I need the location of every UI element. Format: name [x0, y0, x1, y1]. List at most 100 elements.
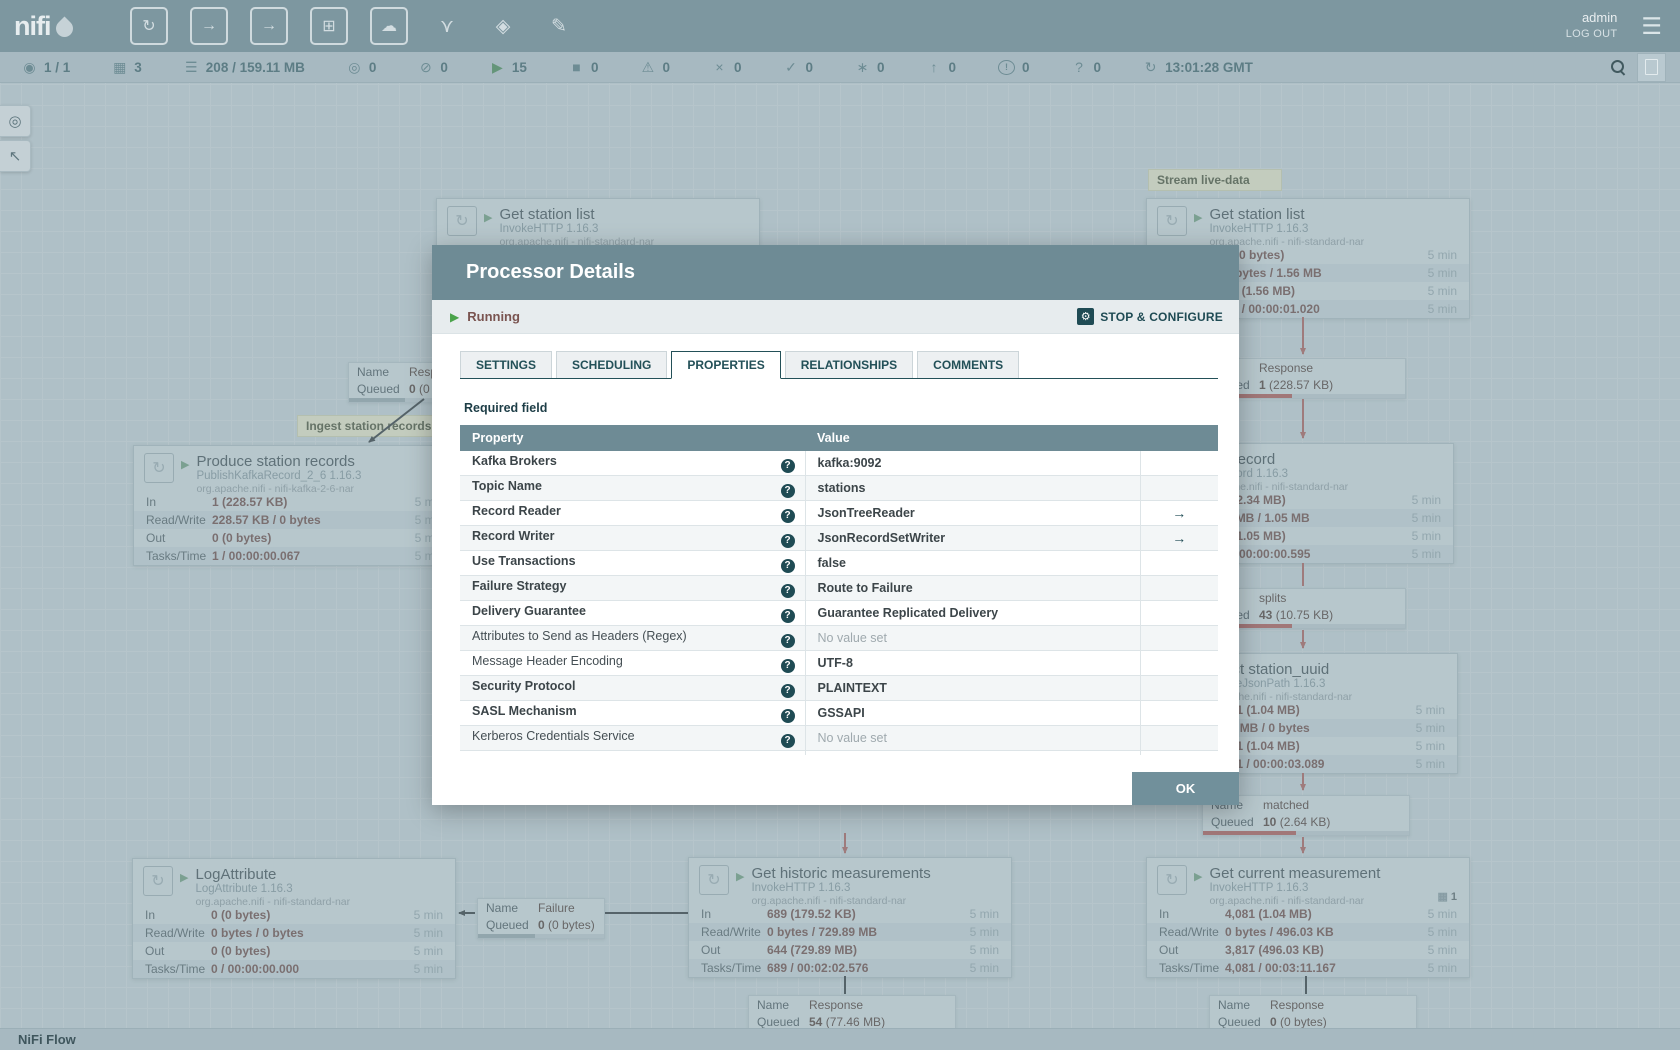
processor-name: LogAttribute: [195, 866, 277, 883]
queued-count: 208 / 159.11 MB: [205, 59, 305, 75]
stat-row-read-write: Read/Write 0 bytes / 729.89 MB 5 min: [689, 923, 1011, 941]
refresh-status[interactable]: ↻ 13:01:28 GMT: [1143, 59, 1253, 76]
running-icon: ▶: [1194, 212, 1203, 224]
disabled-icon: ×: [715, 59, 724, 75]
processor-name: Get historic measurements: [751, 865, 931, 882]
canvas-label[interactable]: Stream live-data: [1148, 169, 1282, 191]
refresh-icon[interactable]: ↻: [1143, 59, 1158, 76]
help-icon[interactable]: ?: [780, 683, 795, 698]
processor-icon[interactable]: ↻: [130, 7, 168, 45]
help-icon[interactable]: ?: [780, 658, 795, 673]
help-icon[interactable]: ?: [780, 608, 795, 623]
connection-name: Response: [1270, 997, 1325, 1012]
processor-bundle: org.apache.nifi - nifi-standard-nar: [195, 896, 351, 908]
property-name: ? Delivery Guarantee: [460, 600, 806, 626]
search-icon[interactable]: [1611, 60, 1625, 74]
transmitting-icon: ◎: [348, 58, 361, 75]
stat-row-read-write: Read/Write 228.57 KB / 0 bytes 5 min: [134, 511, 456, 529]
birdseye-icon: ◎: [8, 113, 22, 130]
nifi-app: NameResponseQueued0 (0 bytes)NameRespons…: [0, 0, 1680, 1050]
operate-palette-button[interactable]: ↖: [0, 140, 31, 172]
breadcrumb[interactable]: NiFi Flow: [18, 1032, 76, 1047]
extra-cell: [1140, 750, 1218, 755]
extra-cell: [1140, 575, 1218, 601]
transmitting-count: 0: [368, 59, 377, 75]
value-column-header: Value: [805, 425, 1140, 451]
extra-cell: [1140, 650, 1218, 676]
nifi-logo: nifi: [14, 11, 114, 42]
running-status-label: Running: [467, 309, 520, 324]
ok-button[interactable]: OK: [1132, 772, 1239, 805]
stat-row-in: In 1 (228.57 KB) 5 min: [146, 495, 444, 509]
template-icon[interactable]: ◈: [486, 9, 520, 43]
locally-modified-icon: ∗: [856, 58, 869, 75]
processor-get-current-measurement[interactable]: ↻ ▶ Get current measurement InvokeHTTP 1.16…: [1146, 857, 1470, 978]
processor-log-attribute[interactable]: ↻ ▶ LogAttribute LogAttribute 1.16.3 org.apa…: [132, 858, 456, 979]
stale-icon: ↑: [930, 59, 938, 75]
global-menu-icon[interactable]: ☰: [1641, 13, 1662, 40]
help-icon[interactable]: ?: [780, 508, 795, 523]
connection-label-failure[interactable]: Name Failure Queued 0 (0 bytes): [477, 898, 605, 939]
property-row: ? Kerberos Credentials Service No value se…: [460, 725, 1218, 751]
stopped-icon: ■: [572, 59, 581, 75]
thread-count-badge: ▦ 1: [1437, 891, 1457, 903]
processor-get-historic-measurements[interactable]: ↻ ▶ Get historic measurements InvokeHTTP 1.…: [688, 857, 1012, 978]
running-status: ▶ 15: [490, 59, 527, 76]
queue-progress-bar: [1203, 831, 1409, 835]
property-row: ? Kafka Brokers kafka:9092: [460, 451, 1218, 476]
process-group-icon[interactable]: ⊞: [310, 7, 348, 45]
document-icon: [1645, 59, 1658, 75]
tab-settings[interactable]: SETTINGS: [460, 351, 553, 378]
tab-properties[interactable]: PROPERTIES: [671, 351, 781, 379]
extra-cell: [1140, 550, 1218, 576]
property-row: ? Record Reader JsonTreeReader →: [460, 500, 1218, 526]
extra-cell: [1140, 675, 1218, 701]
help-icon[interactable]: ?: [780, 458, 795, 473]
tab-relationships[interactable]: RELATIONSHIPS: [784, 351, 914, 378]
help-icon[interactable]: ?: [780, 708, 795, 723]
processor-produce-station-records[interactable]: ↻ ▶ Produce station records PublishKafkaRec…: [133, 445, 457, 566]
extra-cell: [1140, 600, 1218, 626]
active-threads-icon: ▦: [113, 58, 127, 75]
locally-modified-stale-status: ! 0: [998, 59, 1030, 76]
remote-process-group-icon[interactable]: ☁: [370, 7, 408, 45]
gear-icon: ⚙: [1077, 308, 1095, 325]
processor-name: Produce station records: [196, 453, 355, 470]
help-icon[interactable]: ?: [780, 533, 795, 548]
nifi-drop-icon: [51, 15, 77, 41]
go-to-service-icon[interactable]: →: [1140, 525, 1218, 551]
help-icon[interactable]: ?: [780, 558, 795, 573]
stop-and-configure-button[interactable]: ⚙ STOP & CONFIGURE: [1077, 308, 1223, 325]
running-icon: ▶: [181, 459, 190, 471]
transmitting-status: ◎ 0: [347, 58, 377, 76]
input-port-icon[interactable]: →: [190, 7, 228, 45]
property-value: GSSAPI: [805, 700, 1141, 726]
locally-modified-stale-count: 0: [1022, 59, 1030, 75]
property-name: ? Record Reader: [460, 500, 806, 526]
help-icon[interactable]: ?: [780, 583, 795, 598]
go-to-service-icon[interactable]: →: [1140, 500, 1218, 526]
property-row: ? SASL Mechanism GSSAPI: [460, 700, 1218, 726]
tab-comments[interactable]: COMMENTS: [917, 351, 1020, 378]
stat-row-tasks-time: Tasks/Time 0 / 00:00:00.000 5 min: [133, 960, 455, 978]
connection-queued: 10 (2.64 KB): [1263, 814, 1331, 829]
help-icon[interactable]: ?: [780, 633, 795, 648]
tab-scheduling[interactable]: SCHEDULING: [556, 351, 668, 378]
output-port-icon[interactable]: →: [250, 7, 288, 45]
logout-link[interactable]: LOG OUT: [1566, 27, 1618, 41]
connection-name: Response: [809, 997, 864, 1012]
connection-name: splits: [1259, 590, 1287, 605]
help-icon[interactable]: ?: [780, 483, 795, 498]
help-icon[interactable]: ?: [780, 733, 795, 748]
label-icon[interactable]: ✎: [542, 9, 576, 43]
not-transmitting-icon: ⊘: [420, 58, 432, 75]
invalid-status: ⚠ 0: [640, 59, 670, 76]
navigate-palette-button[interactable]: ◎: [0, 105, 31, 137]
funnel-icon[interactable]: ⋎: [430, 9, 464, 43]
flow-summary-button[interactable]: [1637, 52, 1666, 82]
sync-failure-status: ? 0: [1072, 59, 1101, 76]
cursor-icon: ↖: [8, 148, 22, 165]
canvas-label[interactable]: Ingest station records: [297, 415, 440, 437]
processor-type: LogAttribute 1.16.3: [195, 883, 293, 895]
property-value: Route to Failure: [805, 575, 1141, 601]
